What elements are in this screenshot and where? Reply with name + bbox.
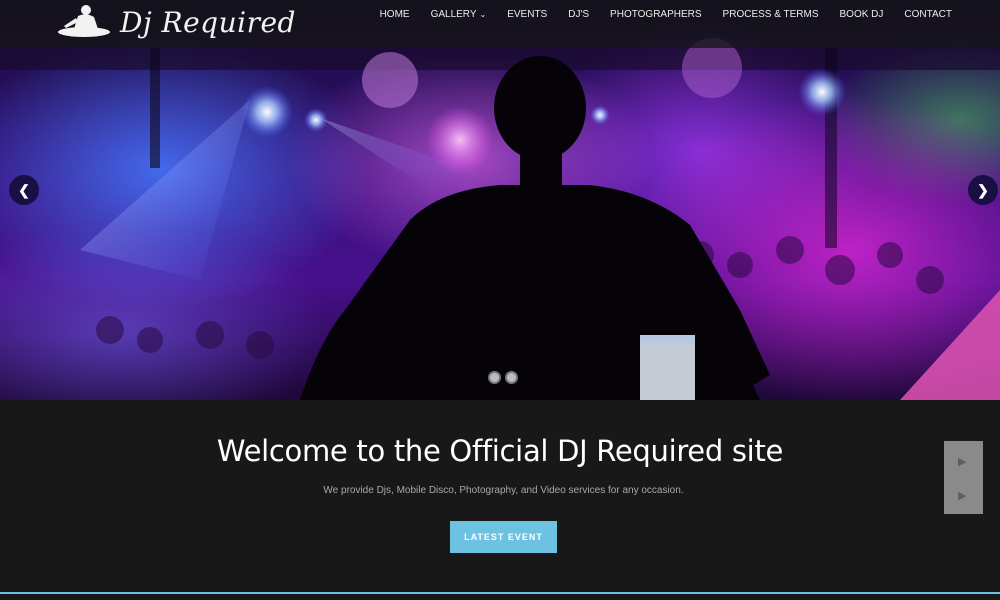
side-player-widget: ▶ ▶ xyxy=(944,441,983,514)
nav-label: HOME xyxy=(379,9,410,20)
nav-process-terms[interactable]: PROCESS & TERMS xyxy=(723,9,819,20)
main-nav: HOME GALLERY ⌄ EVENTS DJ'S PHOTOGRAPHERS … xyxy=(359,9,952,20)
nav-label: CONTACT xyxy=(904,9,952,20)
section-divider xyxy=(0,592,1000,594)
nav-label: BOOK DJ xyxy=(839,9,884,20)
site-logo[interactable]: Dj Required xyxy=(56,4,296,40)
hero-slider xyxy=(0,0,1000,400)
nav-djs[interactable]: DJ'S xyxy=(568,9,589,20)
welcome-subtitle: We provide Djs, Mobile Disco, Photograph… xyxy=(323,485,684,496)
dj-turntable-icon xyxy=(56,2,112,43)
play-icon[interactable]: ▶ xyxy=(958,489,970,502)
nav-label: GALLERY xyxy=(430,9,477,20)
logo-text: Dj Required xyxy=(120,5,296,39)
slider-dots xyxy=(488,371,522,384)
nav-events[interactable]: EVENTS xyxy=(507,9,547,20)
nav-label: DJ'S xyxy=(568,9,590,20)
nav-home[interactable]: HOME xyxy=(380,9,410,20)
nav-label: EVENTS xyxy=(507,9,548,20)
site-navbar: Dj Required HOME GALLERY ⌄ EVENTS DJ'S PH… xyxy=(0,0,1000,48)
play-icon[interactable]: ▶ xyxy=(958,455,970,468)
welcome-title: Welcome to the Official DJ Required site xyxy=(216,434,784,468)
latest-event-button[interactable]: LATEST EVENT xyxy=(450,521,557,553)
latest-event-label: LATEST EVENT xyxy=(464,532,543,542)
nav-book-dj[interactable]: BOOK DJ xyxy=(840,9,884,20)
nav-photographers[interactable]: PHOTOGRAPHERS xyxy=(610,9,702,20)
slider-next-button[interactable]: ❯ xyxy=(968,175,998,205)
nav-label: PROCESS & TERMS xyxy=(722,9,819,20)
nav-label: PHOTOGRAPHERS xyxy=(610,9,702,20)
slider-dot-2[interactable] xyxy=(505,371,518,384)
welcome-section: Welcome to the Official DJ Required site… xyxy=(0,400,1000,592)
hero-image xyxy=(0,38,1000,400)
chevron-right-icon: ❯ xyxy=(977,181,989,198)
slider-dot-1[interactable] xyxy=(488,371,501,384)
chevron-left-icon: ❮ xyxy=(18,181,30,198)
nav-contact[interactable]: CONTACT xyxy=(904,9,952,20)
nav-gallery[interactable]: GALLERY ⌄ xyxy=(431,9,487,20)
chevron-down-icon: ⌄ xyxy=(479,10,487,19)
slider-prev-button[interactable]: ❮ xyxy=(9,175,39,205)
